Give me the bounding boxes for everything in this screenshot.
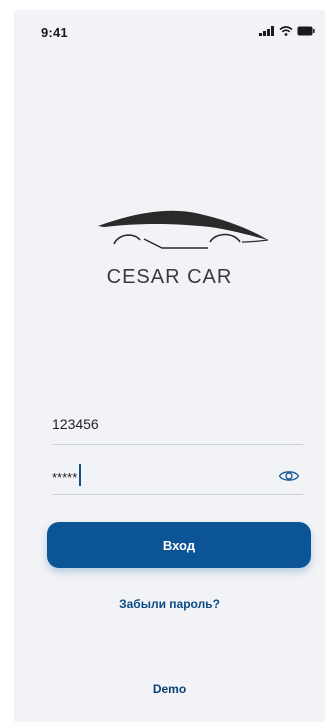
forgot-password-link[interactable]: Забыли пароль? xyxy=(14,597,325,611)
cellular-signal-icon xyxy=(259,26,274,36)
battery-icon xyxy=(297,26,315,36)
login-field[interactable]: 123456 xyxy=(52,408,303,445)
sports-car-icon xyxy=(98,210,269,249)
brand-name: CESAR CAR xyxy=(106,266,233,288)
wifi-icon xyxy=(279,26,293,36)
password-field[interactable]: ***** xyxy=(52,458,303,495)
eye-icon[interactable] xyxy=(278,468,300,484)
status-time: 9:41 xyxy=(41,25,68,40)
login-button[interactable]: Вход xyxy=(47,522,311,568)
login-screen: 9:41 CESAR CAR 123456 ***** Вход Забыли … xyxy=(14,10,325,722)
status-icons xyxy=(259,26,315,36)
text-caret xyxy=(79,464,82,486)
demo-link[interactable]: Demo xyxy=(14,682,325,696)
login-value: 123456 xyxy=(52,416,99,432)
password-mask: ***** xyxy=(52,469,78,485)
status-bar: 9:41 xyxy=(14,10,325,50)
password-value: ***** xyxy=(52,464,82,486)
